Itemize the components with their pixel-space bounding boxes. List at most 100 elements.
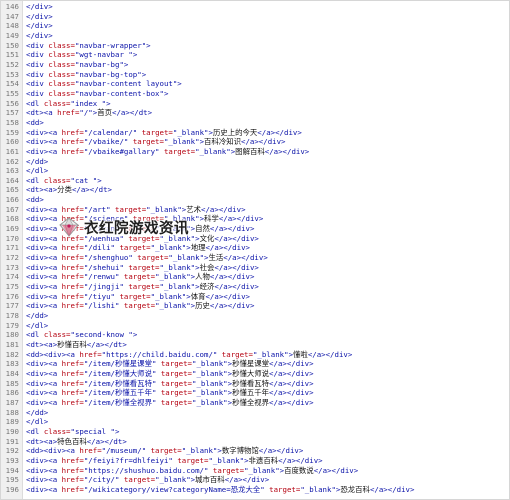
code-token: class= (48, 50, 75, 60)
code-area[interactable]: </div> </div> </div> </div> <div class="navb… (23, 1, 509, 499)
code-token: 人物 (195, 272, 210, 282)
code-token: </div> (26, 11, 53, 21)
code-line: <div><a href="/feiyi?fr=dhlfeiyi" target… (26, 456, 509, 466)
code-token: 秒懂全视界 (232, 397, 270, 407)
code-line: <div><a href="/shenghuo" target="_blank"… (26, 253, 509, 263)
code-token: target= (137, 253, 169, 263)
line-number: 190 (5, 426, 19, 436)
code-token: target= (160, 397, 193, 407)
line-number: 167 (5, 204, 19, 214)
line-number: 165 (5, 185, 19, 195)
code-line: </dl> (26, 321, 509, 331)
code-token: 经济 (199, 282, 215, 292)
code-token: </a></div> (269, 397, 314, 407)
code-token: "https://shushuo.baidu.com/" (83, 465, 213, 475)
code-line: <div class="navbar-wrapper"> (26, 41, 509, 51)
code-token: <div><a (26, 224, 62, 234)
code-line: <div class="navbar-bg-top"> (26, 70, 509, 80)
code-token: </a></div> (209, 301, 255, 311)
line-number: 169 (5, 224, 19, 234)
code-token: href= (61, 243, 84, 253)
code-token: "/art" (83, 204, 116, 214)
code-token: <div><a (26, 465, 62, 475)
code-token: <div><a (26, 127, 62, 137)
code-token: 秒懂看瓦特 (232, 378, 270, 388)
code-token: href= (61, 282, 84, 292)
code-token: <div (26, 79, 49, 89)
code-token: href= (61, 272, 84, 282)
code-line: <dd> (26, 118, 509, 128)
code-token: "_blank" (252, 349, 289, 359)
code-token: </a></div> (264, 146, 310, 156)
code-token: <dt><a> (26, 436, 58, 446)
code-token: "navbar-wrapper" (74, 40, 147, 50)
code-token: target= (160, 388, 193, 398)
watermark-text: 衣红院游戏资讯 (84, 220, 189, 237)
code-token: "/item/秒懂星课堂" (83, 359, 161, 369)
line-number: 189 (5, 417, 19, 427)
line-number: 162 (5, 156, 19, 166)
code-token: target= (177, 455, 209, 465)
code-token: class= (43, 175, 71, 185)
code-token: "/museum/" (101, 446, 151, 456)
code-token: <div><a (26, 455, 62, 465)
code-token: "index " (70, 98, 107, 108)
line-number: 175 (5, 282, 19, 292)
code-token: href= (57, 108, 80, 118)
code-line: </div> (26, 21, 509, 31)
code-token: "/item/秒懂看瓦特" (83, 378, 161, 388)
code-token: </a></dt> (71, 185, 112, 195)
code-token: </a></div> (209, 272, 255, 282)
line-number: 153 (5, 69, 19, 79)
line-number: 184 (5, 368, 19, 378)
code-line: <dd> (26, 195, 509, 205)
code-token: "navbar-content layout" (74, 79, 178, 89)
code-token: "_blank" (192, 388, 228, 398)
code-token: "/shenghuo" (83, 253, 138, 263)
line-number: 176 (5, 291, 19, 301)
code-line: <div><a href="/calendar/" target="_blank… (26, 128, 509, 138)
code-token: </a></div> (241, 137, 286, 147)
code-token: <div><a (26, 475, 62, 485)
line-number: 193 (5, 455, 19, 465)
code-token: target= (269, 484, 301, 494)
code-line: <dt><a>分类</a></dt> (26, 185, 509, 195)
code-token: target= (150, 446, 182, 456)
code-line: <div><a href="https://shushuo.baidu.com/… (26, 466, 509, 476)
code-token: class= (48, 59, 75, 69)
code-token: target= (119, 243, 151, 253)
code-token: "_blank" (150, 243, 187, 253)
code-token: </a></div> (269, 378, 314, 388)
code-line: <div><a href="/item/秒懂五千年" target="_blan… (26, 388, 509, 398)
code-token: "/item/秒懂大师说" (83, 368, 161, 378)
code-token: </a></div> (223, 253, 268, 263)
code-token: "/lishi" (83, 301, 124, 311)
code-token: <div><a (26, 291, 62, 301)
code-token: <div (26, 50, 49, 60)
code-token: <div><a (26, 272, 62, 282)
code-token: href= (61, 291, 84, 301)
code-line: </div> (26, 31, 509, 41)
line-number: 154 (5, 79, 19, 89)
code-line: <div><a href="/jingji" target="_blank">经… (26, 282, 509, 292)
line-number: 192 (5, 446, 19, 456)
code-token: 秒懂星课堂 (232, 359, 270, 369)
code-token: target= (123, 475, 156, 485)
code-token: href= (61, 378, 84, 388)
line-number: 161 (5, 146, 19, 156)
code-token: class= (43, 426, 71, 436)
code-token: 非遗百科 (248, 455, 279, 465)
code-token: 历史 (195, 301, 210, 311)
code-token: </a></div> (224, 475, 270, 485)
code-token: </a></div> (269, 359, 314, 369)
code-token: > (146, 40, 151, 50)
code-token: href= (61, 475, 84, 485)
code-token: </a></div> (201, 204, 246, 214)
code-token: target= (160, 359, 193, 369)
code-token: 秒懂百科 (57, 339, 87, 349)
line-number: 191 (5, 436, 19, 446)
code-token: target= (160, 378, 193, 388)
code-line: <div><a href="/tiyu" target="_blank">体育<… (26, 292, 509, 302)
line-number: 179 (5, 320, 19, 330)
code-token: 数字博物馆 (221, 446, 259, 456)
